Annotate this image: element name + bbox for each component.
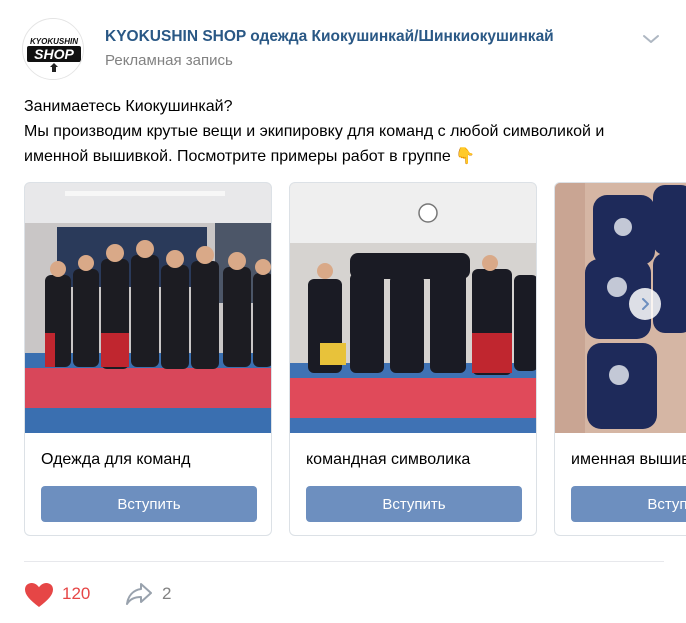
join-button[interactable]: Вступить (571, 486, 686, 522)
like-count: 120 (62, 584, 91, 603)
card-photo[interactable] (290, 183, 536, 433)
chevron-down-icon[interactable] (642, 32, 660, 44)
post-header: KYOKUSHIN SHOP KYOKUSHIN SHOP одежда Кио… (22, 18, 672, 80)
avatar-text-main: SHOP (34, 46, 74, 62)
share-icon (124, 581, 154, 612)
carousel-card: Одежда для команд Вступить (24, 182, 272, 536)
ad-label: Рекламная запись (105, 52, 233, 69)
avatar-text-top: KYOKUSHIN (30, 37, 78, 46)
carousel-card: именная вышивка Вступить (554, 182, 686, 536)
author-name-link[interactable]: KYOKUSHIN SHOP одежда Киокушинкай/Шинкио… (105, 28, 554, 46)
carousel: Одежда для команд Вступить командная сим… (24, 182, 686, 538)
chevron-right-icon (642, 298, 649, 310)
join-button[interactable]: Вступить (41, 486, 257, 522)
card-photo[interactable] (555, 183, 686, 433)
post-text-line: Занимаетесь Киокушинкай? (24, 98, 233, 115)
carousel-card: командная символика Вступить (289, 182, 537, 536)
divider (24, 561, 664, 562)
post-text: Занимаетесь Киокушинкай? Мы производим к… (24, 94, 664, 169)
card-photo[interactable] (25, 183, 271, 433)
share-count: 2 (162, 584, 172, 603)
card-title: именная вышивка (571, 451, 686, 468)
join-button[interactable]: Вступить (306, 486, 522, 522)
heart-icon (24, 582, 54, 613)
post-text-line: Мы производим крутые вещи и экипировку д… (24, 123, 605, 140)
share-button[interactable]: 2 (124, 578, 184, 610)
card-title: Одежда для команд (41, 451, 191, 468)
avatar[interactable]: KYOKUSHIN SHOP (22, 18, 84, 80)
like-button[interactable]: 120 (24, 578, 104, 610)
card-title: командная символика (306, 451, 471, 468)
carousel-next-button[interactable] (629, 288, 661, 320)
post-text-line: именной вышивкой. Посмотрите примеры раб… (24, 148, 476, 165)
